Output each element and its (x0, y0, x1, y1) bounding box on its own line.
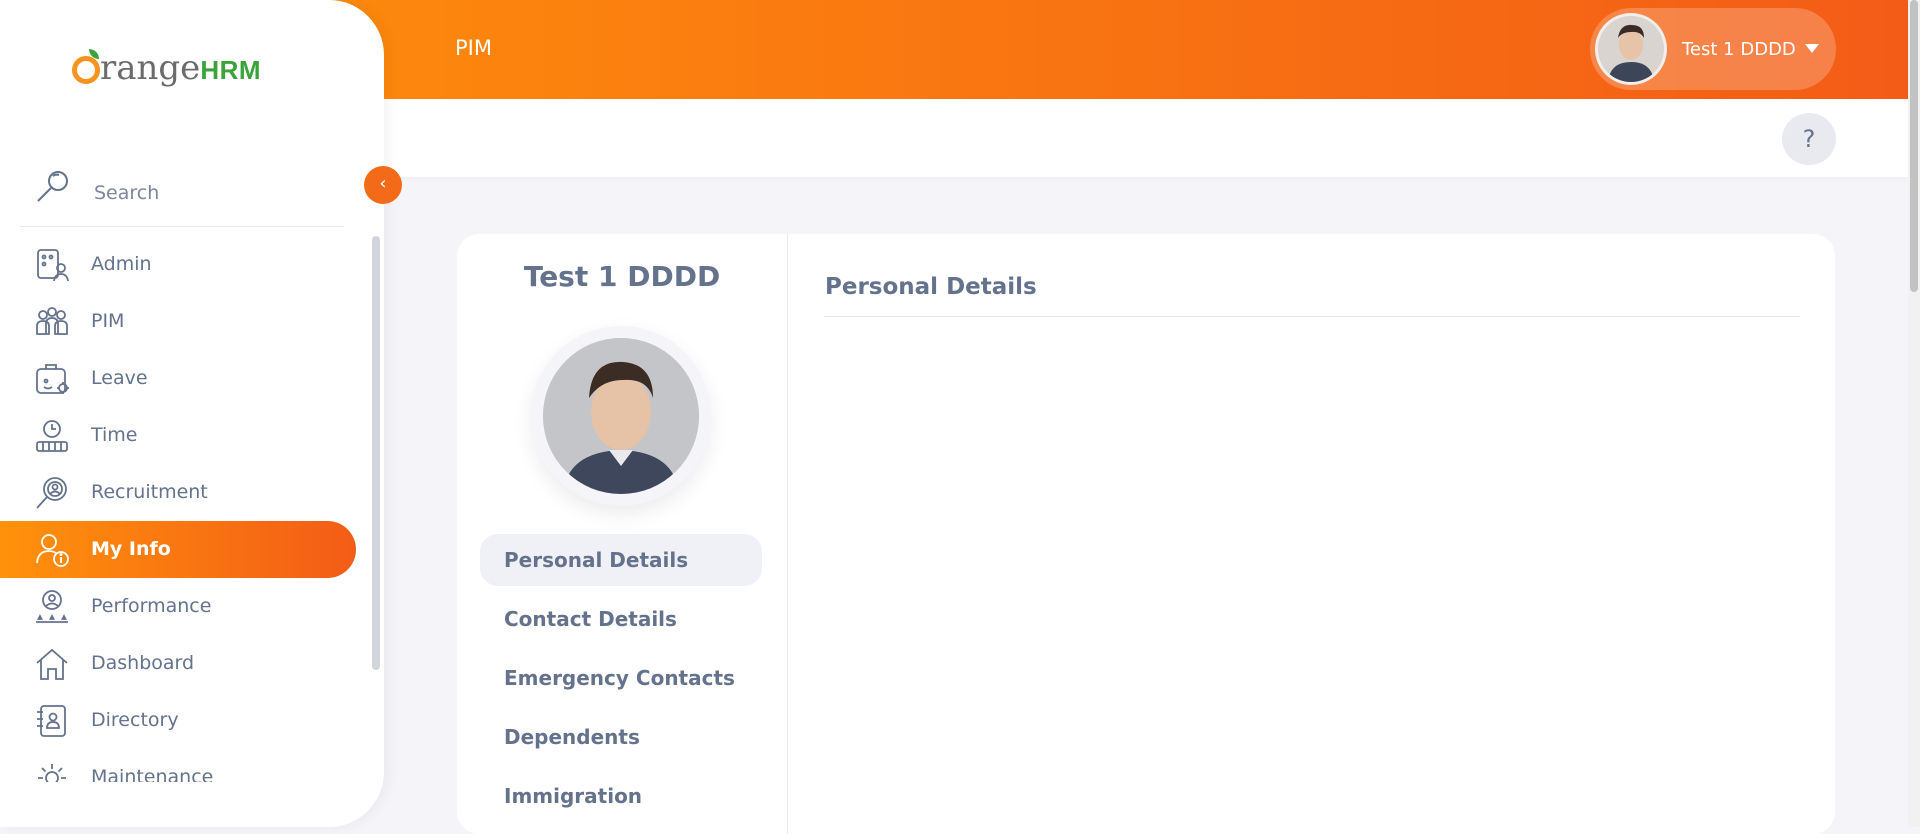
tab-immigration[interactable]: Immigration (480, 770, 762, 822)
admin-icon (34, 247, 70, 283)
sidebar-item-leave[interactable]: Leave (0, 350, 372, 407)
sidebar-item-label: Performance (91, 595, 212, 617)
sidebar-item-label: Dashboard (91, 652, 195, 674)
sidebar: rangeHRM Admin PIM (0, 0, 384, 827)
sidebar-item-time[interactable]: Time (0, 407, 372, 464)
user-name: Test 1 DDDD (1682, 39, 1796, 60)
page-scrollbar[interactable] (1908, 0, 1920, 827)
employee-name: Test 1 DDDD (523, 260, 721, 293)
sidebar-item-label: Leave (91, 367, 148, 389)
brand-text: range (100, 48, 201, 88)
orangehrm-logo: rangeHRM (72, 48, 261, 88)
maintenance-icon (34, 760, 70, 782)
sidebar-scrollbar[interactable] (372, 236, 380, 670)
sidebar-item-label: Admin (91, 253, 152, 275)
my-info-icon (34, 532, 70, 568)
section-divider (825, 316, 1800, 317)
sidebar-item-my-info[interactable]: My Info (0, 521, 356, 578)
sidebar-item-label: Maintenance (91, 766, 214, 782)
sidebar-item-label: PIM (91, 310, 125, 332)
sidebar-item-label: Recruitment (91, 481, 208, 503)
tab-emergency-contacts[interactable]: Emergency Contacts (480, 652, 762, 704)
profile-tabs: Personal Details Contact Details Emergen… (480, 534, 762, 829)
search-input[interactable] (92, 176, 326, 210)
section-title: Personal Details (825, 274, 1037, 300)
sidebar-item-label: My Info (91, 538, 171, 560)
leave-icon (34, 361, 70, 397)
help-button[interactable]: ? (1782, 113, 1836, 165)
sidebar-item-label: Time (91, 424, 138, 446)
sidebar-item-directory[interactable]: Directory (0, 692, 372, 749)
sidebar-item-label: Directory (91, 709, 179, 731)
tab-personal-details[interactable]: Personal Details (480, 534, 762, 586)
employee-photo-frame[interactable] (531, 326, 711, 506)
page-scrollbar-thumb[interactable] (1910, 0, 1918, 292)
orange-logo-mark (72, 49, 100, 84)
sidebar-item-recruitment[interactable]: Recruitment (0, 464, 372, 521)
sidebar-item-pim[interactable]: PIM (0, 293, 372, 350)
employee-card: Test 1 DDDD Personal Details Contact Det… (457, 234, 1835, 834)
sidebar-item-performance[interactable]: Performance (0, 578, 372, 635)
brand-hrm-text: HRM (200, 55, 262, 85)
recruitment-icon (34, 475, 70, 511)
sidebar-item-dashboard[interactable]: Dashboard (0, 635, 372, 692)
directory-icon (34, 703, 70, 739)
caret-down-icon (1805, 44, 1819, 53)
sidebar-item-admin[interactable]: Admin (0, 236, 372, 293)
sidebar-search (20, 160, 344, 227)
user-dropdown[interactable]: Test 1 DDDD (1590, 8, 1836, 90)
pim-icon (34, 304, 70, 340)
user-avatar (1595, 13, 1667, 85)
time-icon (34, 418, 70, 454)
module-title: PIM (455, 36, 492, 60)
sidebar-item-maintenance[interactable]: Maintenance (0, 749, 372, 782)
tab-dependents[interactable]: Dependents (480, 711, 762, 763)
search-icon (34, 168, 72, 210)
collapse-sidebar-button[interactable]: ‹ (364, 166, 402, 204)
employee-photo[interactable] (543, 338, 699, 494)
main-menu: Admin PIM Leave Time Recruitment My Info… (0, 236, 372, 782)
tab-contact-details[interactable]: Contact Details (480, 593, 762, 645)
dashboard-icon (34, 646, 70, 682)
performance-icon (34, 589, 70, 625)
profile-column: Test 1 DDDD Personal Details Contact Det… (457, 234, 788, 834)
